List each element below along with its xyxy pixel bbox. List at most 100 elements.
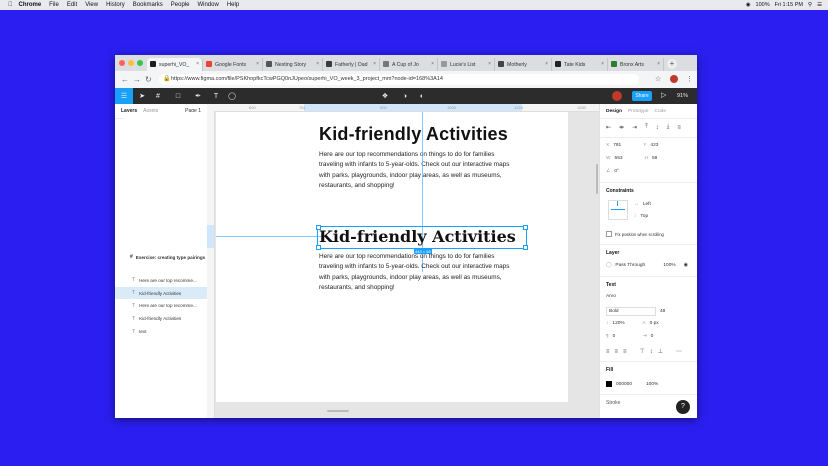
paragraph-indent-field[interactable]: 0 (651, 334, 654, 339)
menu-file[interactable]: File (49, 2, 59, 8)
vertical-scrollbar[interactable] (596, 164, 598, 194)
menu-app-name[interactable]: Chrome (19, 2, 42, 8)
browser-tab[interactable]: Google Fonts × (203, 58, 263, 71)
text-align-top-icon[interactable]: ⊤ (640, 348, 645, 355)
constraint-h-select[interactable]: ↔ Left (634, 202, 651, 207)
zoom-level[interactable]: 91% (677, 88, 688, 104)
layer-text[interactable]: T Kid-friendly Activities (115, 286, 207, 300)
layer-text[interactable]: T Kid-friendly Activities (115, 312, 207, 325)
visibility-eye-icon[interactable]: ◉ (684, 263, 688, 268)
clock[interactable]: Fri 1:15 PM (775, 2, 803, 8)
menu-window[interactable]: Window (197, 2, 218, 8)
blend-mode-select[interactable]: Pass Through (615, 263, 663, 268)
rotation-field[interactable]: 0° (614, 169, 619, 174)
close-tab-icon[interactable]: × (601, 61, 604, 67)
y-field[interactable]: 423 (650, 143, 658, 148)
menu-edit[interactable]: Edit (67, 2, 77, 8)
main-menu-icon[interactable]: ☰ (115, 88, 133, 104)
browser-tab[interactable]: Fatherly | Dad × (323, 58, 380, 71)
line-height-field[interactable]: 120% (612, 321, 642, 326)
share-button[interactable]: Share (632, 91, 652, 101)
mask-icon[interactable]: ◑ (400, 88, 410, 104)
text-align-bottom-icon[interactable]: ⊥ (658, 348, 663, 355)
fill-opacity[interactable]: 100% (646, 382, 658, 387)
align-top-icon[interactable]: ⤒ (645, 124, 648, 131)
browser-tab[interactable]: Nesting Story × (263, 58, 323, 71)
layer-opacity[interactable]: 100% (663, 263, 675, 268)
reload-icon[interactable]: ↻ (145, 75, 152, 84)
align-right-icon[interactable]: ⇥ (632, 124, 637, 131)
tab-prototype[interactable]: Prototype (628, 109, 649, 114)
menu-bookmarks[interactable]: Bookmarks (133, 2, 163, 8)
fix-scroll-checkbox[interactable] (606, 231, 612, 237)
font-family-select[interactable]: Arvo (606, 294, 616, 299)
paragraph-spacing-field[interactable]: 0 (613, 334, 643, 339)
close-tab-icon[interactable]: × (657, 61, 660, 67)
horizontal-scrollbar[interactable] (327, 410, 349, 412)
url-field[interactable]: 🔒 https://www.figma.com/file/PSKhopfkcTc… (159, 74, 639, 85)
browser-tab[interactable]: Tate Kids × (552, 58, 608, 71)
frame-tool-icon[interactable]: # (153, 88, 163, 104)
close-tab-icon[interactable]: × (431, 61, 434, 67)
text-align-left-icon[interactable]: ≡ (606, 349, 610, 355)
tab-design[interactable]: Design (606, 109, 622, 114)
w-field[interactable]: 553 (615, 156, 645, 161)
constraint-v-select[interactable]: ↕ Top (634, 214, 648, 219)
font-size-field[interactable]: 48 (660, 309, 665, 314)
close-tab-icon[interactable]: × (196, 61, 199, 67)
apple-icon[interactable]:  (8, 2, 13, 8)
h-field[interactable]: 58 (652, 156, 657, 161)
text-align-right-icon[interactable]: ≡ (623, 349, 627, 355)
menu-view[interactable]: View (85, 2, 98, 8)
more-text-options-icon[interactable]: ⋯ (676, 348, 682, 355)
comment-tool-icon[interactable]: ◯ (227, 88, 237, 104)
shape-tool-icon[interactable]: □ (173, 88, 183, 104)
font-style-select[interactable]: Bold (606, 307, 656, 316)
fill-swatch[interactable] (606, 381, 612, 387)
close-tab-icon[interactable]: × (488, 61, 491, 67)
fill-icon[interactable]: ◐ (417, 88, 427, 104)
battery-level[interactable]: 100% (756, 2, 770, 8)
constraint-widget[interactable] (608, 200, 628, 220)
browser-tab[interactable]: Lucie's List × (438, 58, 495, 71)
align-center-h-icon[interactable]: ⇼ (619, 124, 624, 131)
align-middle-icon[interactable]: ↕ (656, 125, 659, 131)
component-icon[interactable]: ❖ (380, 88, 390, 104)
profile-avatar[interactable] (670, 75, 678, 83)
forward-icon[interactable]: → (133, 75, 141, 84)
text-align-middle-icon[interactable]: ↕ (650, 349, 653, 355)
browser-tab[interactable]: Bronx Arts × (608, 58, 664, 71)
align-left-icon[interactable]: ⇤ (606, 124, 611, 131)
menu-people[interactable]: People (171, 2, 190, 8)
letter-spacing-field[interactable]: 0 px (650, 321, 659, 326)
distribute-icon[interactable]: ≡ (677, 125, 681, 131)
present-play-icon[interactable]: ▷ (661, 88, 666, 104)
wifi-icon[interactable]: ◉ (746, 2, 751, 8)
tab-code[interactable]: Code (655, 109, 666, 114)
back-icon[interactable]: ← (121, 75, 129, 84)
resize-handle[interactable] (316, 245, 321, 250)
new-tab-button[interactable]: + (667, 59, 677, 69)
text-tool-icon[interactable]: T (211, 88, 221, 104)
browser-tab[interactable]: A Cup of Jo × (380, 58, 438, 71)
browser-tab[interactable]: superhi_VO_ × (147, 58, 203, 71)
x-field[interactable]: 781 (613, 143, 643, 148)
close-tab-icon[interactable]: × (545, 61, 548, 67)
close-tab-icon[interactable]: × (256, 61, 259, 67)
layer-text[interactable]: Ttext (115, 325, 207, 338)
canvas[interactable]: 600 781 900 1000 1224 1200 Kid-friendly … (207, 104, 599, 418)
artboard-frame[interactable]: Kid-friendly Activities Here are our top… (216, 112, 568, 402)
browser-tab[interactable]: Motherly × (495, 58, 552, 71)
selection-box[interactable] (316, 225, 528, 250)
resize-handle[interactable] (523, 225, 528, 230)
move-tool-icon[interactable]: ➤ (137, 88, 147, 104)
menu-history[interactable]: History (106, 2, 125, 8)
resize-handle[interactable] (523, 245, 528, 250)
resize-handle[interactable] (316, 225, 321, 230)
menu-list-icon[interactable]: ☰ (817, 2, 822, 8)
close-tab-icon[interactable]: × (373, 61, 376, 67)
text-align-center-icon[interactable]: ≡ (615, 349, 619, 355)
layer-text[interactable]: T Here are our top recomme... (115, 274, 207, 287)
align-bottom-icon[interactable]: ⤓ (667, 124, 670, 131)
body-text-2[interactable]: Here are our top recommendations on thin… (319, 252, 519, 294)
